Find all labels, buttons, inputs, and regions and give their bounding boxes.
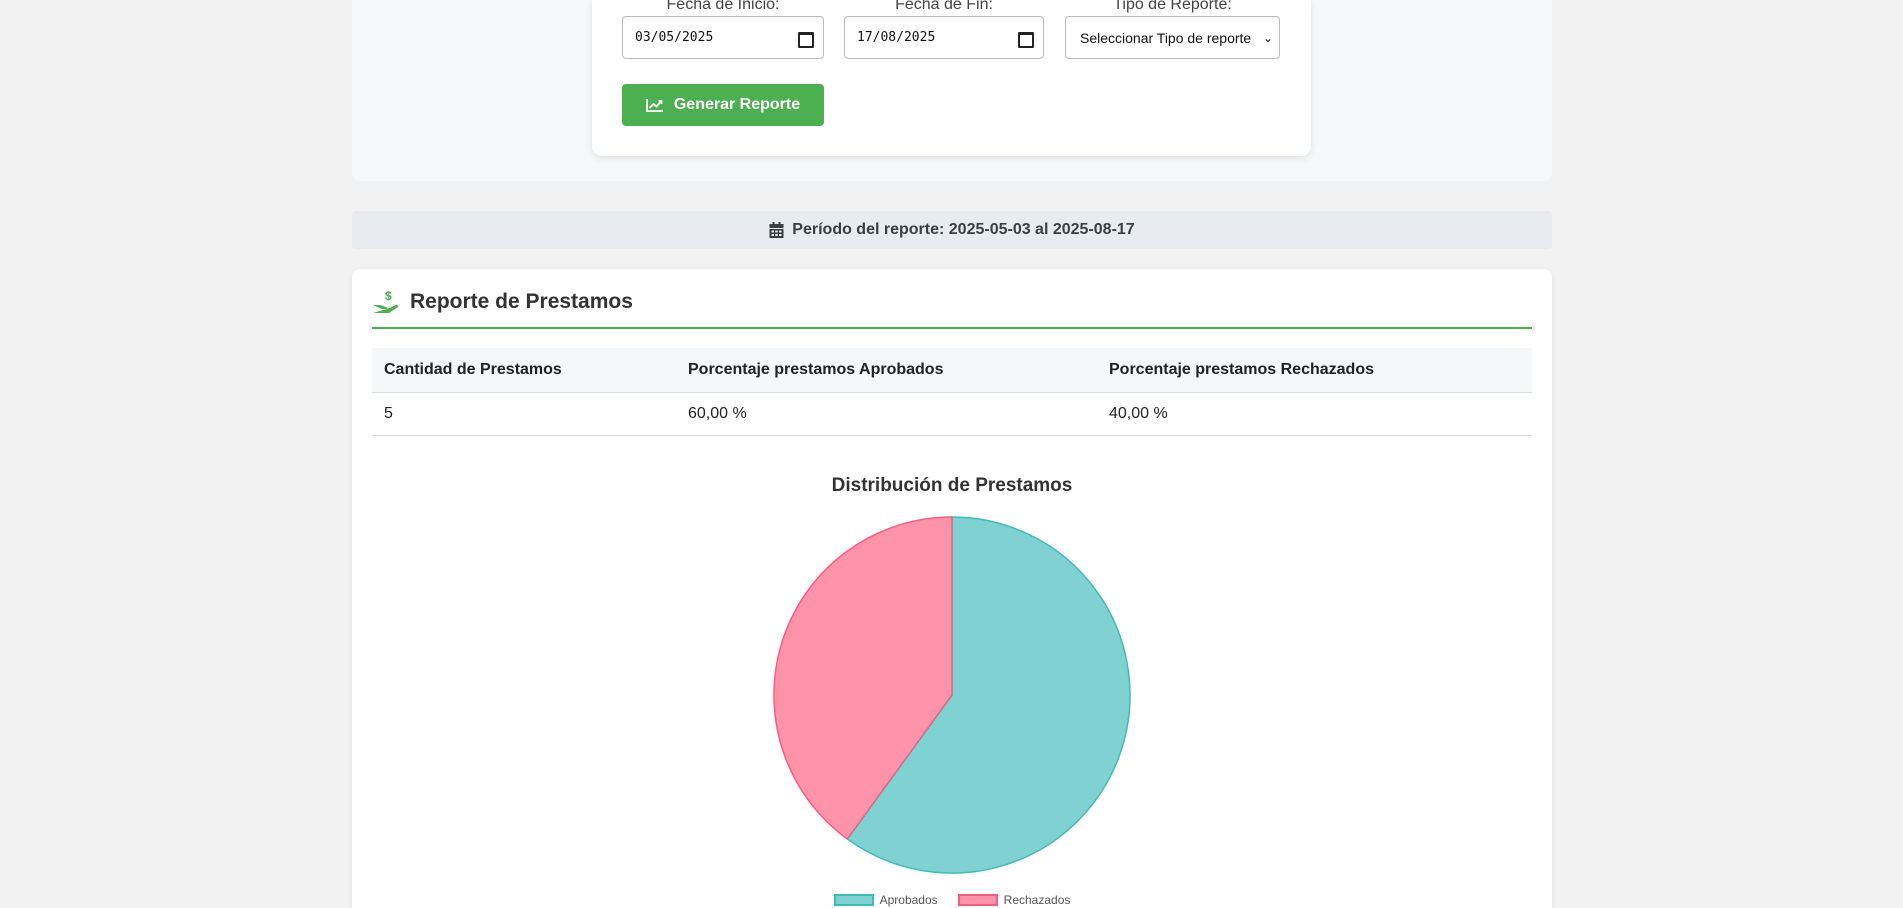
- report-period-text: Período del reporte: 2025-05-03 al 2025-…: [792, 221, 1135, 238]
- legend-label: Rechazados: [1003, 893, 1071, 907]
- loan-report-card: $ Reporte de Prestamos Cantidad de Prest…: [352, 269, 1552, 908]
- end-date-label: Fecha de Fin:: [895, 0, 993, 13]
- end-date-input[interactable]: 17/08/2025: [844, 16, 1044, 59]
- table-cell: 5: [372, 392, 676, 436]
- svg-text:$: $: [385, 289, 392, 303]
- table-cell: 60,00 %: [676, 392, 1097, 436]
- chevron-down-icon: ⌄: [1262, 30, 1273, 45]
- legend-swatch: [957, 894, 998, 906]
- report-header: $ Reporte de Prestamos: [372, 287, 1532, 329]
- page: Fecha de Inicio: 03/05/2025 Fecha de Fin…: [0, 0, 1903, 908]
- report-type-label: Tipo de Reporte:: [1113, 0, 1232, 13]
- start-date-field: Fecha de Inicio: 03/05/2025: [622, 0, 824, 59]
- table-cell: 40,00 %: [1097, 392, 1532, 436]
- report-title: Reporte de Prestamos: [410, 290, 633, 313]
- legend-item-rechazados[interactable]: Rechazados: [957, 893, 1071, 907]
- calendar-icon[interactable]: [1018, 31, 1034, 48]
- column-header: Porcentaje prestamos Rechazados: [1097, 348, 1532, 393]
- loan-summary-table: Cantidad de Prestamos Porcentaje prestam…: [372, 348, 1532, 436]
- end-date-value: 17/08/2025: [857, 30, 936, 45]
- start-date-input[interactable]: 03/05/2025: [622, 16, 824, 59]
- report-type-field: Tipo de Reporte: Seleccionar Tipo de rep…: [1065, 0, 1280, 59]
- start-date-label: Fecha de Inicio:: [666, 0, 780, 13]
- table-header-row: Cantidad de Prestamos Porcentaje prestam…: [372, 348, 1532, 393]
- generate-report-label: Generar Reporte: [673, 96, 801, 113]
- chart-line-icon: [645, 99, 663, 112]
- table-row: 5 60,00 % 40,00 %: [372, 392, 1532, 436]
- column-header: Porcentaje prestamos Aprobados: [676, 348, 1097, 393]
- column-header: Cantidad de Prestamos: [372, 348, 676, 393]
- chart-title: Distribución de Prestamos: [831, 475, 1073, 496]
- start-date-value: 03/05/2025: [635, 30, 714, 45]
- report-type-select[interactable]: Seleccionar Tipo de reporte ⌄: [1065, 16, 1280, 59]
- hand-holding-dollar-icon: $: [373, 289, 399, 313]
- generate-report-button[interactable]: Generar Reporte: [622, 84, 824, 126]
- report-period-banner: Período del reporte: 2025-05-03 al 2025-…: [352, 211, 1552, 249]
- report-type-value: Seleccionar Tipo de reporte: [1080, 29, 1252, 46]
- filter-section: Fecha de Inicio: 03/05/2025 Fecha de Fin…: [352, 0, 1552, 181]
- chart-legend: Aprobados Rechazados: [352, 893, 1552, 907]
- calendar-icon[interactable]: [798, 31, 814, 48]
- pie-chart: [773, 516, 1131, 874]
- end-date-field: Fecha de Fin: 17/08/2025: [844, 0, 1044, 59]
- legend-item-aprobados[interactable]: Aprobados: [833, 893, 938, 907]
- calendar-icon: [769, 222, 784, 238]
- legend-swatch: [833, 894, 874, 906]
- legend-label: Aprobados: [879, 893, 938, 907]
- filter-card: Fecha de Inicio: 03/05/2025 Fecha de Fin…: [592, 0, 1311, 156]
